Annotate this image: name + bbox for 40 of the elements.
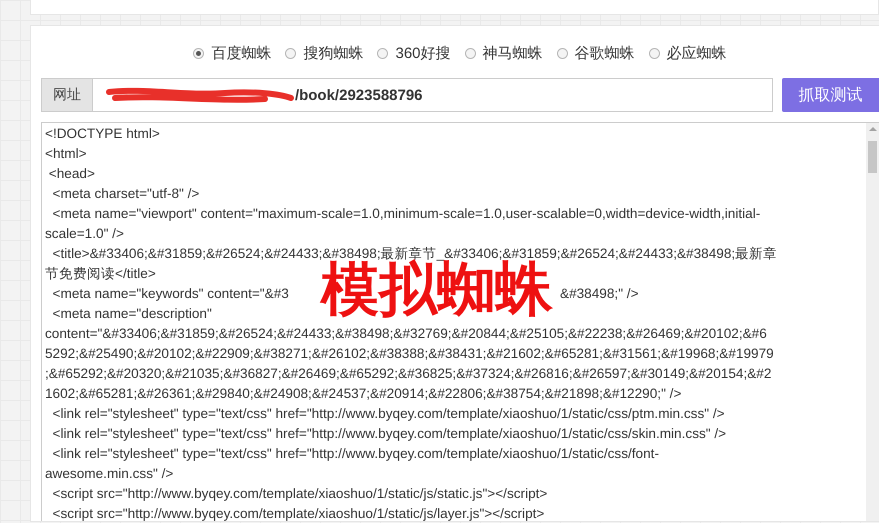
spider-radio[interactable]: 搜狗蜘蛛 [285,44,364,62]
code-line: <script src="http://www.byqey.com/template/xiaoshuo/1/static/js/static.js"></script> [52,485,548,503]
code-line: <link rel="stylesheet" type="text/css" href="http://www.byqey.com/template/xiaoshuo/1/static/css/ptm.min.css" /> [52,405,726,423]
code-line: content="&#33406;&#31859;&#26524;&#24433;&#38498;&#32769;&#20844;&#25105;&#22238;&#26469;&#20102;&#6 [45,325,768,343]
radio-button[interactable] [377,48,388,58]
code-line: <meta name="viewport" content="maximum-scale=1.0,minimum-scale=1.0,user-scalable=0,width=device-width,initial- [52,205,762,223]
code-line: 5292;&#25490;&#20102;&#22909;&#38271;&#26102;&#38388;&#38431;&#21602;&#65281;&#31561;&#19968;&#19979 [45,345,775,363]
code-line: <!DOCTYPE html> [45,125,161,143]
code-line: <meta charset="utf-8" /> [52,185,200,203]
code-line: awesome.min.css" /> [45,465,174,483]
radio-button[interactable] [285,48,296,58]
code-line-fragment: &#38498;" /> [560,285,639,303]
radio-button[interactable] [556,48,568,58]
code-line: <link rel="stylesheet" type="text/css" href="http://www.byqey.com/template/xiaoshuo/1/static/css/font- [52,445,660,463]
url-label: 网址 [41,78,93,112]
code-line: <meta name="description" [52,305,213,323]
scrollbar[interactable] [866,123,879,521]
code-line: <html> [45,145,88,163]
code-line: 节免费阅读</title> [45,265,157,283]
code-line: scale=1.0" /> [45,225,125,243]
radio-button[interactable] [193,48,204,58]
fetch-test-button[interactable]: 抓取测试 [782,78,879,112]
url-field[interactable]: /book/2923588796 [92,78,774,112]
code-line: <title>&#33406;&#31859;&#26524;&#24433;&#38498;最新章节_&#33406;&#31859;&#26524;&#24433;&#38498;最新章 [52,245,778,261]
spider-radio[interactable]: 百度蜘蛛 [193,44,272,62]
code-line: 1602;&#65281;&#26361;&#29840;&#24908;&#24537;&#20914;&#22806;&#38754;&#21898;&#12290;" /> [45,385,682,403]
code-line: <link rel="stylesheet" type="text/css" href="http://www.byqey.com/template/xiaoshuo/1/static/css/skin.min.css" /> [52,425,728,443]
url-text: /book/2923588796 [294,86,423,104]
code-line-fragment: <meta name="keywords" content="&#3 [52,285,290,303]
spider-radio[interactable]: 谷歌蜘蛛 [556,44,635,62]
code-line: <script src="http://www.byqey.com/template/xiaoshuo/1/static/js/layer.js"></script> [52,505,546,521]
code-line: ;&#65292;&#20320;&#21035;&#36827;&#26469;&#65292;&#36825;&#37324;&#26816;&#26597;&#30149;&#20154;&#2 [45,365,772,383]
scrollbar-thumb[interactable] [868,141,877,173]
spider-radio[interactable]: 神马蜘蛛 [464,44,543,62]
spider-radio[interactable]: 360好搜 [377,44,451,62]
radio-button[interactable] [464,48,476,58]
radio-button[interactable] [648,48,660,58]
scroll-up-icon[interactable] [868,127,876,131]
code-line: <head> [48,165,96,183]
spider-radio[interactable]: 必应蜘蛛 [648,44,727,62]
